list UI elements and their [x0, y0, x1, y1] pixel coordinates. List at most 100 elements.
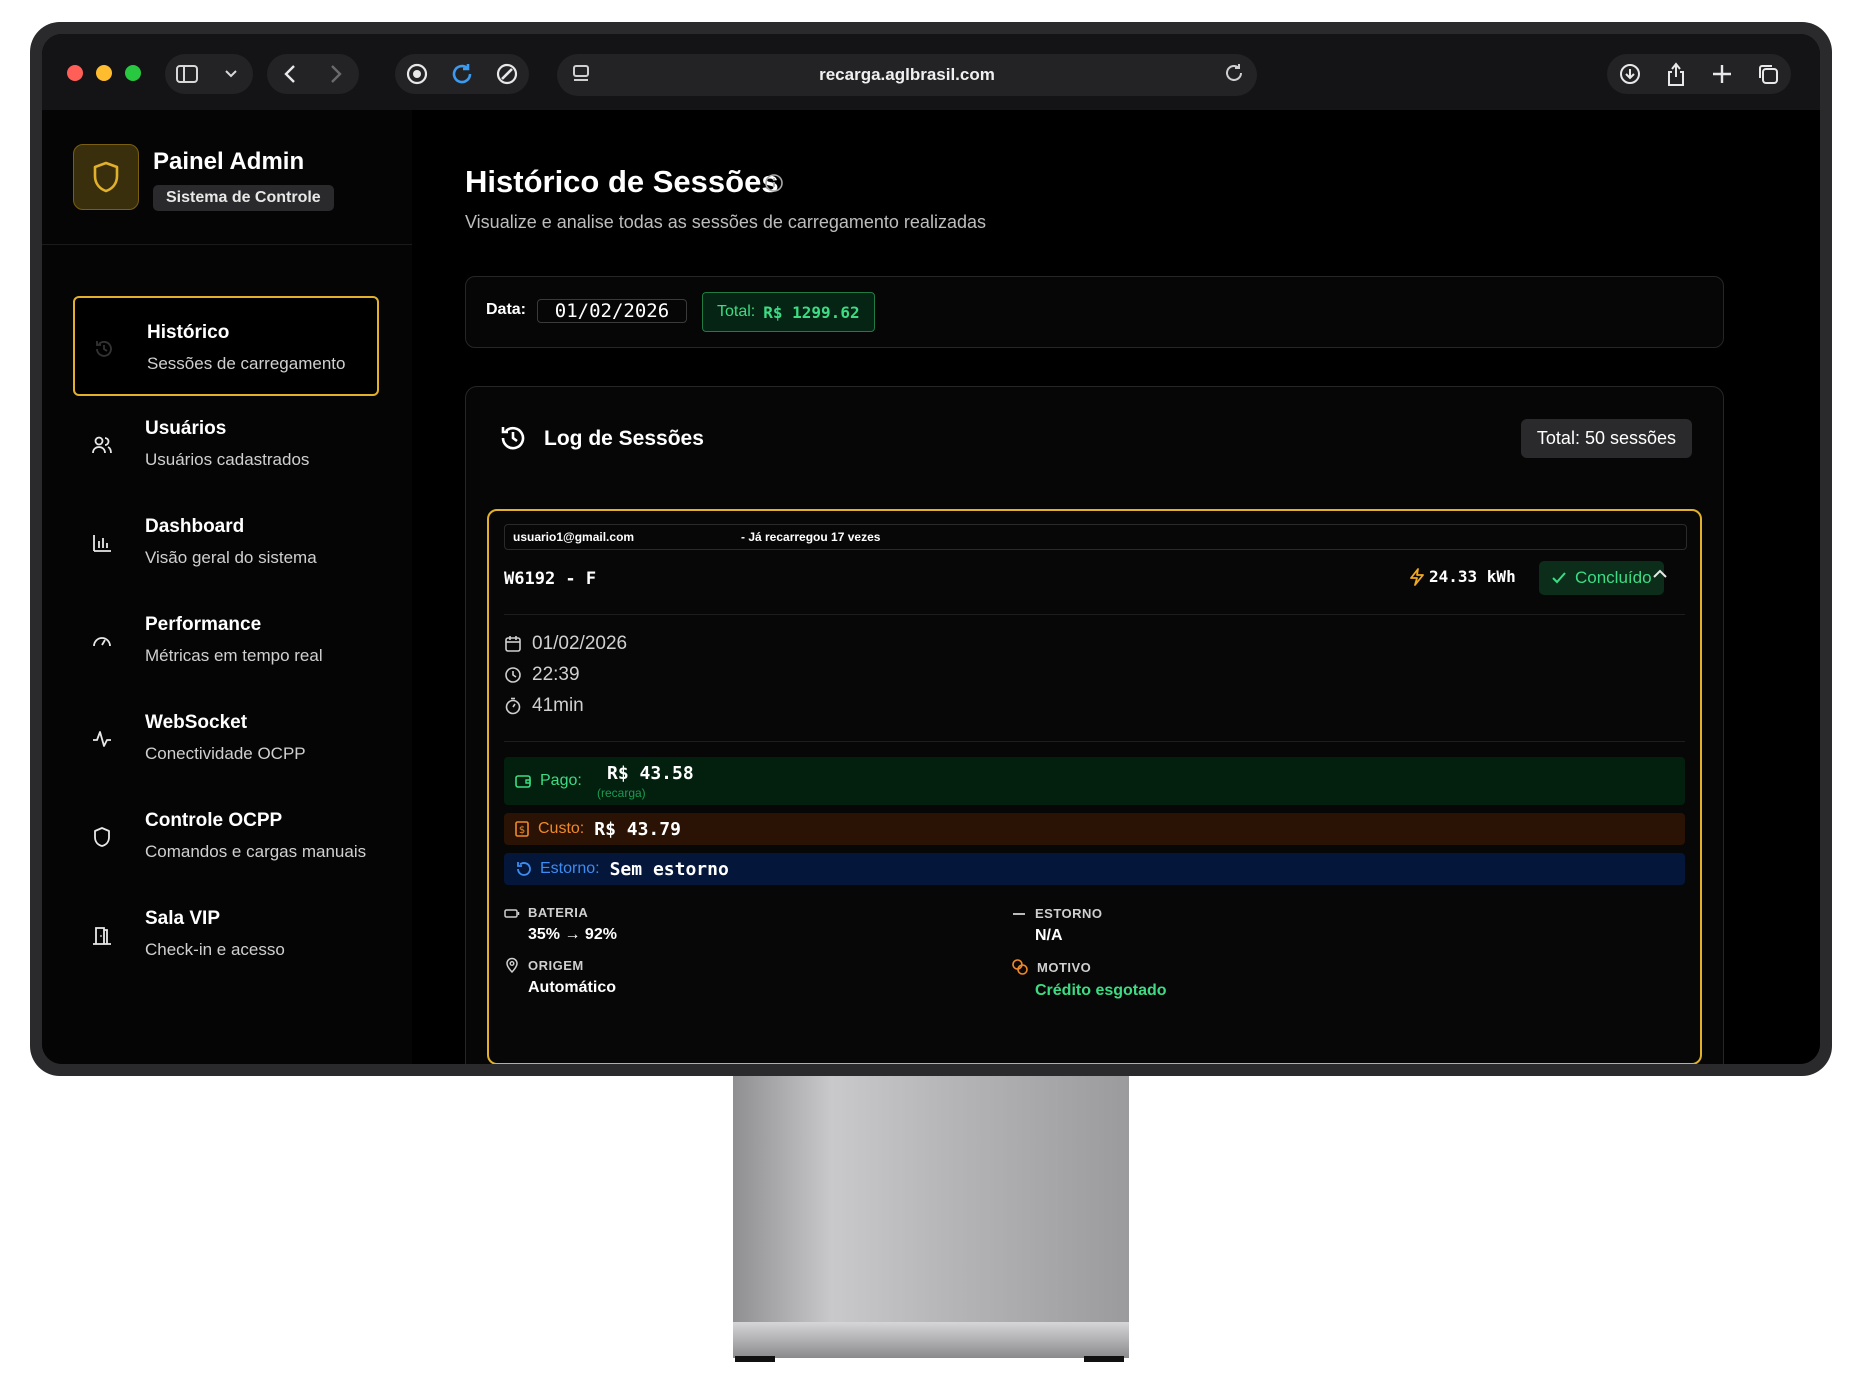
- activity-icon: [91, 728, 113, 750]
- energy-value: 24.33 kWh: [1409, 567, 1516, 586]
- shield-icon: [93, 161, 119, 193]
- sidebar-item-sala-vip[interactable]: Sala VIP Check-in e acesso: [73, 884, 379, 984]
- total-value: R$ 1299.62: [763, 302, 860, 322]
- share-icon[interactable]: [1662, 60, 1690, 88]
- bar-chart-icon: [91, 532, 113, 554]
- close-window-button[interactable]: [67, 65, 83, 81]
- history-icon: [498, 423, 528, 458]
- lightning-icon: [1410, 567, 1424, 586]
- browser-actions-group: [1607, 54, 1791, 94]
- wallet-icon: [515, 775, 531, 788]
- check-icon: [1552, 572, 1566, 584]
- battery-detail: BATERIA 35% → 92%: [504, 905, 617, 944]
- refund-detail: ESTORNO N/A: [1011, 906, 1103, 945]
- sidebar-item-controle-ocpp[interactable]: Controle OCPP Comandos e cargas manuais: [73, 786, 379, 886]
- session-date: 01/02/2026: [532, 633, 628, 654]
- chevron-down-icon[interactable]: [217, 60, 245, 88]
- sidebar-item-performance[interactable]: Performance Métricas em tempo real: [73, 590, 379, 690]
- sidebar-item-title: Controle OCPP: [145, 810, 283, 831]
- minimize-window-button[interactable]: [96, 65, 112, 81]
- sidebar-item-usuarios[interactable]: Usuários Usuários cadastrados: [73, 394, 379, 494]
- session-email: usuario1@gmail.com: [513, 530, 635, 544]
- session-duration: 41min: [532, 695, 584, 716]
- sidebar-toggle-icon[interactable]: [173, 60, 201, 88]
- receipt-icon: $: [515, 821, 529, 837]
- page-subtitle: Visualize e analise todas as sessões de …: [465, 212, 986, 232]
- sidebar-item-dashboard[interactable]: Dashboard Visão geral do sistema: [73, 492, 379, 592]
- date-input[interactable]: 01/02/2026: [537, 299, 687, 323]
- refund-label: Estorno:: [540, 860, 600, 877]
- log-title: Log de Sessões: [544, 427, 704, 450]
- users-icon: [91, 434, 113, 456]
- filter-card: Data: 01/02/2026 Total: R$ 1299.62: [465, 276, 1724, 348]
- session-time-row: 22:39: [504, 664, 580, 686]
- tab-overview-icon[interactable]: [1754, 60, 1782, 88]
- divider: [504, 614, 1685, 615]
- sidebar-item-subtitle: Métricas em tempo real: [145, 646, 323, 665]
- sidebar-item-subtitle: Conectividade OCPP: [145, 744, 306, 763]
- refund-value: Sem estorno: [609, 858, 729, 880]
- paid-value: R$ 43.58: [607, 763, 694, 784]
- session-user-bar: usuario1@gmail.com - Já recarregou 17 ve…: [504, 524, 1687, 550]
- coins-icon: [1012, 959, 1028, 975]
- main-content: Histórico de Sessões Visualize e analise…: [412, 110, 1820, 1064]
- cost-row: $ Custo: R$ 43.79: [504, 813, 1685, 845]
- paid-row: Pago: R$ 43.58 (recarga): [504, 757, 1685, 805]
- page-menu-icon[interactable]: [571, 63, 593, 90]
- chevron-up-icon[interactable]: [1652, 567, 1668, 585]
- clock-icon: [505, 667, 521, 683]
- session-duration-row: 41min: [504, 695, 584, 717]
- energy-text: 24.33 kWh: [1429, 567, 1516, 586]
- session-card[interactable]: usuario1@gmail.com - Já recarregou 17 ve…: [487, 509, 1702, 1064]
- sidebar-item-websocket[interactable]: WebSocket Conectividade OCPP: [73, 688, 379, 788]
- back-icon[interactable]: [276, 60, 304, 88]
- monitor-frame: recarga.aglbrasil.com Painel Admin Siste…: [30, 22, 1832, 1076]
- history-nav-group: [267, 54, 359, 94]
- reason-label: MOTIVO: [1037, 959, 1092, 975]
- refund-icon: [517, 862, 531, 876]
- url-text: recarga.aglbrasil.com: [819, 65, 995, 84]
- recharge-count: - Já recarregou 17 vezes: [741, 530, 881, 544]
- session-time: 22:39: [532, 664, 580, 685]
- brand-divider: [42, 244, 412, 245]
- total-label: Total:: [717, 303, 756, 320]
- sidebar-item-title: WebSocket: [145, 712, 248, 733]
- sidebar-item-historico[interactable]: Histórico Sessões de carregamento: [73, 296, 379, 396]
- new-tab-icon[interactable]: [1708, 60, 1736, 88]
- sidebar-item-title: Usuários: [145, 418, 227, 439]
- compass-extension-icon[interactable]: [493, 60, 521, 88]
- address-bar[interactable]: recarga.aglbrasil.com: [557, 54, 1257, 96]
- reason-value: Crédito esgotado: [1035, 982, 1167, 999]
- download-icon[interactable]: [1616, 60, 1644, 88]
- sidebar-item-subtitle: Sessões de carregamento: [147, 354, 346, 373]
- refresh-extension-icon[interactable]: [448, 60, 476, 88]
- divider: [504, 741, 1685, 742]
- sidebar-item-subtitle: Comandos e cargas manuais: [145, 842, 367, 861]
- paid-note: (recarga): [597, 786, 646, 800]
- minus-icon: [1013, 912, 1025, 915]
- timer-icon: [505, 697, 521, 715]
- maximize-window-button[interactable]: [125, 65, 141, 81]
- record-extension-icon[interactable]: [403, 60, 431, 88]
- page-title: Histórico de Sessões: [465, 164, 779, 199]
- info-icon[interactable]: [764, 173, 784, 198]
- status-badge: Concluído: [1539, 561, 1664, 595]
- brand-logo: [73, 144, 139, 210]
- extensions-group: [395, 54, 529, 94]
- monitor-stand-base: [733, 1322, 1129, 1358]
- reload-icon[interactable]: [1223, 62, 1245, 89]
- gauge-icon: [91, 630, 113, 652]
- map-pin-icon: [506, 957, 518, 973]
- date-label: Data:: [486, 301, 527, 318]
- sidebar-item-title: Sala VIP: [145, 908, 220, 929]
- battery-label: BATERIA: [528, 905, 589, 920]
- stand-foot-right: [1084, 1356, 1124, 1362]
- origin-detail: ORIGEM Automático: [504, 957, 616, 997]
- svg-text:$: $: [519, 825, 525, 836]
- forward-icon[interactable]: [322, 60, 350, 88]
- sidebar-item-title: Performance: [145, 614, 262, 635]
- stand-foot-left: [735, 1356, 775, 1362]
- refund-detail-label: ESTORNO: [1035, 906, 1103, 921]
- browser-toolbar: recarga.aglbrasil.com: [42, 34, 1820, 111]
- session-count-badge: Total: 50 sessões: [1520, 419, 1692, 458]
